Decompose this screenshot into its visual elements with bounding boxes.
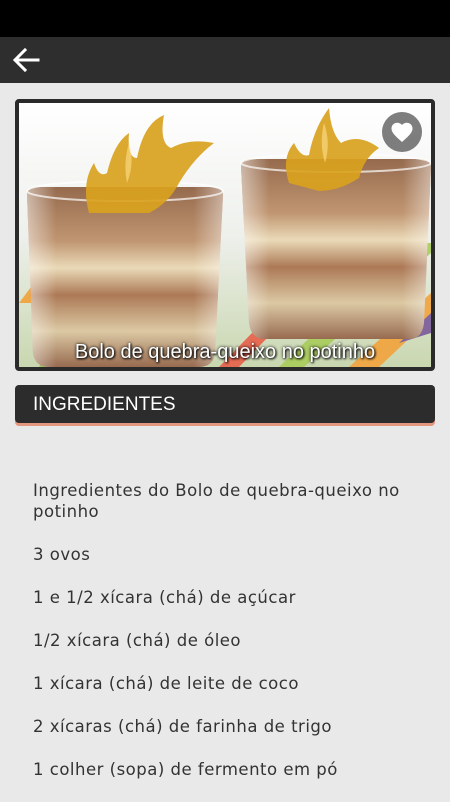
recipe-image-card: Bolo de quebra-queixo no potinho [15, 99, 435, 371]
section-title: INGREDIENTES [33, 394, 176, 415]
list-item: 2 xícaras (chá) de farinha de trigo [33, 717, 332, 736]
recipe-photo [19, 103, 431, 367]
list-item: 1 e 1/2 xícara (chá) de açúcar [33, 588, 296, 607]
arrow-left-icon [12, 47, 40, 73]
back-button[interactable] [10, 46, 42, 74]
heart-icon [391, 122, 413, 142]
list-item: Ingredientes do Bolo de quebra-queixo no… [33, 481, 400, 521]
app-bar [0, 37, 450, 83]
recipe-title: Bolo de quebra-queixo no potinho [74, 341, 376, 363]
list-item: 1 colher (sopa) de fermento em pó [33, 760, 338, 779]
ingredients-header: INGREDIENTES [15, 385, 435, 423]
favorite-button[interactable] [382, 112, 422, 152]
list-item: 1 xícara (chá) de leite de coco [33, 674, 299, 693]
list-item: 3 ovos [33, 545, 91, 564]
status-bar [0, 0, 450, 37]
list-item: 1/2 xícara (chá) de óleo [33, 631, 242, 650]
ingredients-list: Ingredientes do Bolo de quebra-queixo no… [33, 480, 438, 802]
